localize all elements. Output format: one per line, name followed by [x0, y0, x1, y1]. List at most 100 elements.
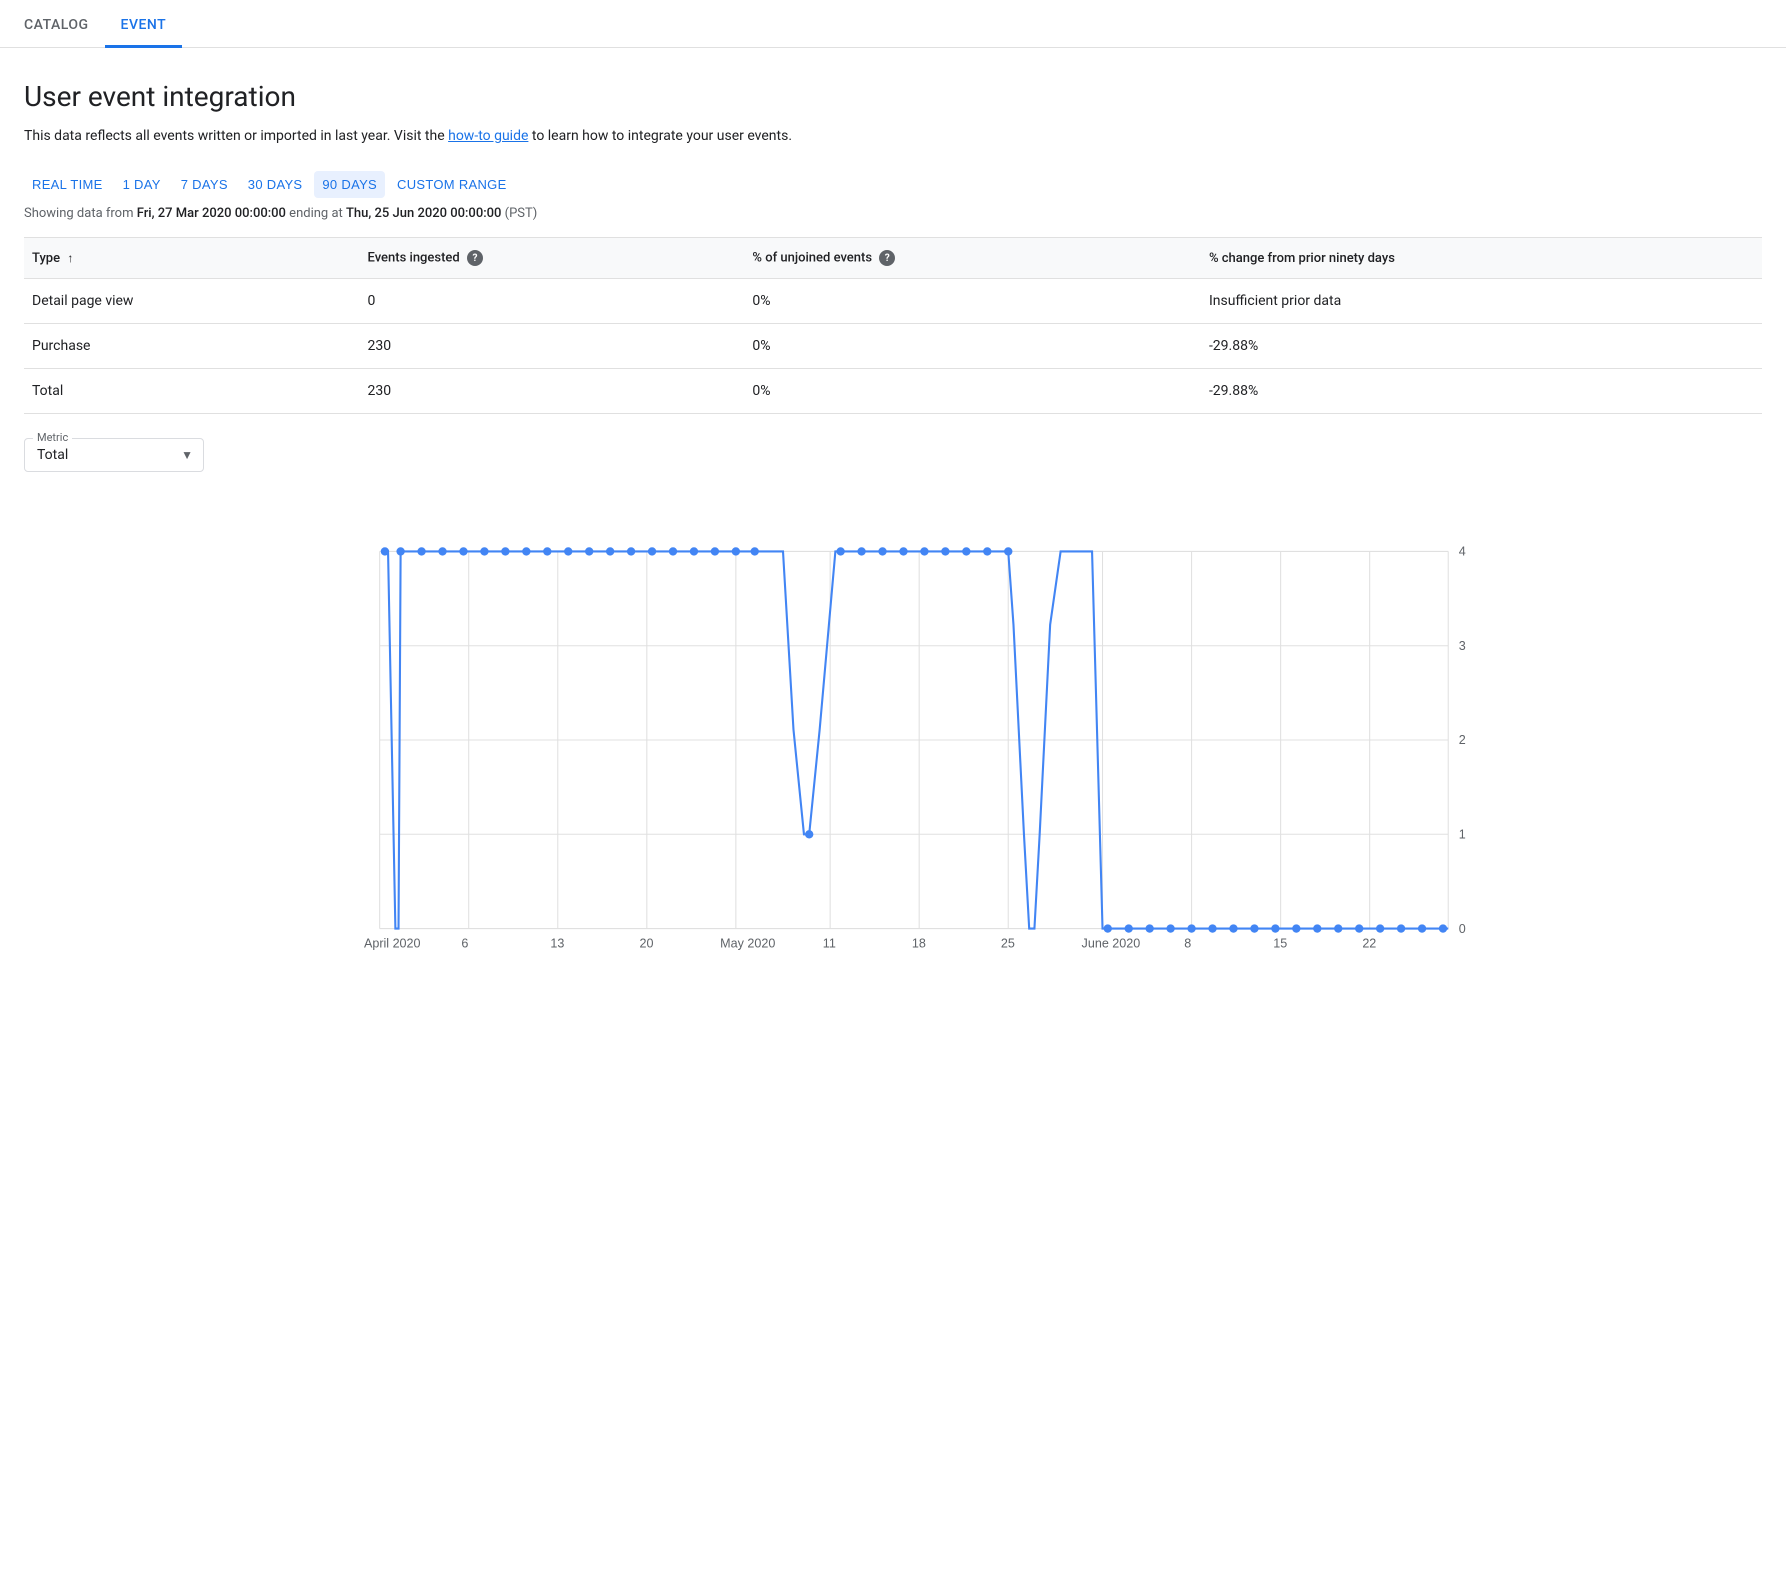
y-axis-label-3: 3	[1459, 639, 1466, 653]
chart-dot	[1125, 925, 1133, 933]
chart-dot	[1439, 925, 1447, 933]
chart-dot	[1292, 925, 1300, 933]
y-axis-label-0: 0	[1459, 922, 1466, 936]
x-axis-label-may: May 2020	[720, 937, 775, 951]
col-header-type: Type ↑	[24, 238, 352, 279]
line-chart: .grid-line { stroke: #e0e0e0; stroke-wid…	[24, 520, 1762, 960]
table-row: Detail page view 0 0% Insufficient prior…	[24, 279, 1762, 324]
tab-event[interactable]: EVENT	[105, 17, 183, 48]
filter-1-day[interactable]: 1 DAY	[115, 171, 169, 198]
col-header-unjoined-pct: % of unjoined events ?	[736, 238, 1193, 279]
x-axis-label-june: June 2020	[1082, 937, 1141, 951]
chart-dot	[480, 548, 488, 556]
chart-dot	[1104, 925, 1112, 933]
cell-type: Detail page view	[24, 279, 352, 324]
chart-dot	[1208, 925, 1216, 933]
events-table: Type ↑ Events ingested ? % of unjoined e…	[24, 237, 1762, 414]
page-title: User event integration	[24, 80, 1762, 113]
chart-dot	[396, 548, 404, 556]
col-header-change-pct: % change from prior ninety days	[1193, 238, 1762, 279]
x-axis-label-8: 8	[1184, 937, 1191, 951]
chart-dot	[1250, 925, 1258, 933]
chart-dot	[1355, 925, 1363, 933]
x-axis-label-11: 11	[823, 937, 836, 951]
chart-dot	[1004, 548, 1012, 556]
x-axis-label-13: 13	[550, 937, 564, 951]
events-ingested-help-icon[interactable]: ?	[467, 250, 483, 266]
table-row: Total 230 0% -29.88%	[24, 369, 1762, 414]
chart-dot	[962, 548, 970, 556]
chart-dot	[564, 548, 572, 556]
cell-change-pct: Insufficient prior data	[1193, 279, 1762, 324]
chart-dot	[627, 548, 635, 556]
chart-dot	[1397, 925, 1405, 933]
cell-type: Purchase	[24, 324, 352, 369]
table-row: Purchase 230 0% -29.88%	[24, 324, 1762, 369]
chart-svg: .grid-line { stroke: #e0e0e0; stroke-wid…	[24, 520, 1762, 960]
chart-dot	[899, 548, 907, 556]
chart-dot	[585, 548, 593, 556]
metric-value: Total	[37, 447, 68, 463]
cell-events-ingested: 230	[352, 324, 737, 369]
chart-dot	[1334, 925, 1342, 933]
sort-icon[interactable]: ↑	[67, 251, 73, 265]
top-navigation: CATALOG EVENT	[0, 0, 1786, 48]
cell-events-ingested: 230	[352, 369, 737, 414]
chart-dot	[805, 830, 813, 838]
y-axis-label-1: 1	[1459, 828, 1466, 842]
cell-change-pct: -29.88%	[1193, 324, 1762, 369]
chart-dot	[836, 548, 844, 556]
chart-dot	[983, 548, 991, 556]
col-header-events-ingested: Events ingested ?	[352, 238, 737, 279]
y-axis-label-2: 2	[1459, 734, 1466, 748]
table-header-row: Type ↑ Events ingested ? % of unjoined e…	[24, 238, 1762, 279]
x-axis-label-15: 15	[1273, 937, 1287, 951]
time-filter-bar: REAL TIME 1 DAY 7 DAYS 30 DAYS 90 DAYS C…	[24, 171, 1762, 198]
chart-dot	[1229, 925, 1237, 933]
chart-dot	[711, 548, 719, 556]
chart-dot	[1271, 925, 1279, 933]
cell-unjoined-pct: 0%	[736, 324, 1193, 369]
chart-dot	[543, 548, 551, 556]
tab-catalog[interactable]: CATALOG	[24, 17, 105, 48]
how-to-guide-link[interactable]: how-to guide	[448, 128, 528, 144]
chart-dot	[690, 548, 698, 556]
chart-dot	[732, 548, 740, 556]
filter-90-days[interactable]: 90 DAYS	[314, 171, 385, 198]
filter-7-days[interactable]: 7 DAYS	[173, 171, 236, 198]
chart-dot	[381, 548, 389, 556]
cell-type: Total	[24, 369, 352, 414]
filter-real-time[interactable]: REAL TIME	[24, 171, 111, 198]
chart-dot	[878, 548, 886, 556]
page-description: This data reflects all events written or…	[24, 125, 1762, 147]
cell-events-ingested: 0	[352, 279, 737, 324]
x-axis-label-april: April 2020	[364, 937, 421, 951]
x-axis-label-22: 22	[1362, 937, 1376, 951]
main-content: User event integration This data reflect…	[0, 48, 1786, 992]
unjoined-pct-help-icon[interactable]: ?	[879, 250, 895, 266]
filter-custom-range[interactable]: CUSTOM RANGE	[389, 171, 515, 198]
chart-dot	[1418, 925, 1426, 933]
chart-dot	[1376, 925, 1384, 933]
y-axis-label-4: 4	[1459, 545, 1466, 559]
filter-30-days[interactable]: 30 DAYS	[240, 171, 311, 198]
chart-dot	[1187, 925, 1195, 933]
chart-dot	[501, 548, 509, 556]
chart-dot	[522, 548, 530, 556]
cell-unjoined-pct: 0%	[736, 279, 1193, 324]
chevron-down-icon: ▼	[181, 448, 193, 462]
date-range-display: Showing data from Fri, 27 Mar 2020 00:00…	[24, 206, 1762, 221]
chart-dot	[648, 548, 656, 556]
chart-dot	[941, 548, 949, 556]
metric-label: Metric	[33, 431, 72, 444]
chart-dot	[417, 548, 425, 556]
chart-dot	[920, 548, 928, 556]
chart-dot	[438, 548, 446, 556]
chart-dot	[857, 548, 865, 556]
cell-change-pct: -29.88%	[1193, 369, 1762, 414]
x-axis-label-6: 6	[461, 937, 468, 951]
chart-dot	[1145, 925, 1153, 933]
metric-dropdown[interactable]: Metric Total ▼	[24, 438, 204, 472]
x-axis-label-18: 18	[912, 937, 926, 951]
chart-dot	[751, 548, 759, 556]
